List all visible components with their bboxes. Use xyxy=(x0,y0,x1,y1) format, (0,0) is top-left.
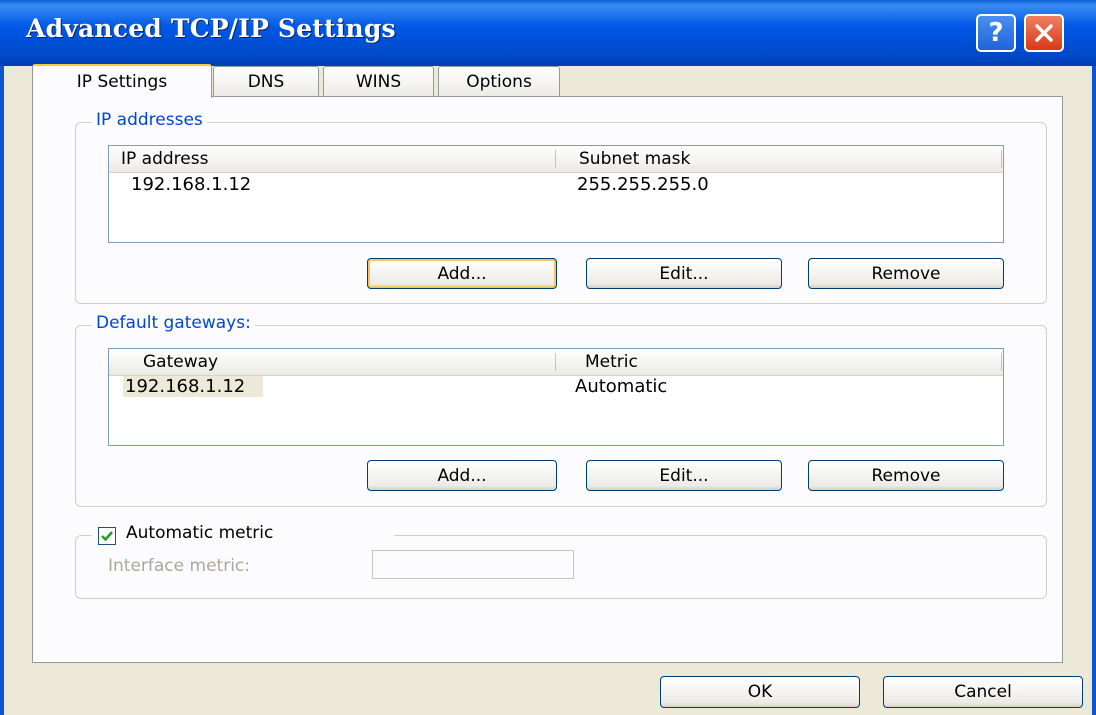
checkmark-icon xyxy=(101,531,113,542)
cancel-button[interactable]: Cancel xyxy=(883,676,1083,708)
default-gateways-group: Default gateways: Gateway Metric 192.168… xyxy=(75,313,1047,507)
interface-metric-input[interactable] xyxy=(372,550,574,579)
title-bar[interactable]: Advanced TCP/IP Settings ? xyxy=(0,0,1096,66)
tab-options[interactable]: Options xyxy=(438,66,560,96)
window-frame-right xyxy=(1092,66,1096,715)
ip-address-cell[interactable]: 192.168.1.12 xyxy=(131,174,251,195)
tab-dns[interactable]: DNS xyxy=(213,66,319,96)
interface-metric-label: Interface metric: xyxy=(108,556,250,576)
ip-remove-button[interactable]: Remove xyxy=(808,258,1004,289)
gateway-list[interactable]: Gateway Metric 192.168.1.12 Automatic xyxy=(108,348,1004,446)
close-icon xyxy=(1035,24,1053,42)
window-frame-left xyxy=(0,66,4,715)
default-gateways-label: Default gateways: xyxy=(92,313,255,333)
metric-cell[interactable]: Automatic xyxy=(575,376,667,397)
subnet-mask-cell[interactable]: 255.255.255.0 xyxy=(577,174,709,195)
tab-wins[interactable]: WINS xyxy=(323,66,434,96)
column-separator[interactable] xyxy=(1001,353,1002,371)
column-header-metric[interactable]: Metric xyxy=(585,352,638,372)
ip-addresses-group: IP addresses IP address Subnet mask 192.… xyxy=(75,110,1047,304)
automatic-metric-checkbox[interactable] xyxy=(98,527,116,545)
tab-label: IP Settings xyxy=(76,72,168,92)
button-label: Remove xyxy=(871,465,941,486)
column-separator[interactable] xyxy=(555,353,556,371)
automatic-metric-label[interactable]: Automatic metric xyxy=(126,523,273,543)
button-label: Add... xyxy=(437,263,487,284)
button-label: OK xyxy=(747,682,773,702)
gateway-remove-button[interactable]: Remove xyxy=(808,460,1004,491)
gateway-edit-button[interactable]: Edit... xyxy=(586,460,782,491)
ip-addresses-label: IP addresses xyxy=(92,110,207,130)
tab-ip-settings[interactable]: IP Settings xyxy=(32,64,212,98)
column-separator[interactable] xyxy=(555,150,556,168)
column-separator[interactable] xyxy=(1001,150,1002,168)
tab-label: WINS xyxy=(355,71,402,92)
close-button[interactable] xyxy=(1024,14,1064,52)
window-title: Advanced TCP/IP Settings xyxy=(26,14,396,43)
button-label: Edit... xyxy=(659,465,709,486)
ip-edit-button[interactable]: Edit... xyxy=(586,258,782,289)
ok-button[interactable]: OK xyxy=(660,676,860,708)
help-icon: ? xyxy=(988,18,1004,48)
tab-label: DNS xyxy=(247,71,285,92)
automatic-metric-group: Automatic metric Interface metric: xyxy=(75,522,1047,599)
button-label: Add... xyxy=(437,465,487,486)
tab-panel-ip-settings: IP addresses IP address Subnet mask 192.… xyxy=(32,96,1063,663)
button-label: Remove xyxy=(871,263,941,284)
ip-address-list[interactable]: IP address Subnet mask 192.168.1.12 255.… xyxy=(108,145,1004,243)
list-header: Gateway Metric xyxy=(109,349,1003,376)
column-header-ip-address[interactable]: IP address xyxy=(121,149,208,169)
help-button[interactable]: ? xyxy=(976,14,1016,52)
list-header: IP address Subnet mask xyxy=(109,146,1003,173)
column-header-gateway[interactable]: Gateway xyxy=(143,352,218,372)
ip-add-button[interactable]: Add... xyxy=(367,258,557,289)
gateway-cell[interactable]: 192.168.1.12 xyxy=(123,376,264,397)
column-header-subnet-mask[interactable]: Subnet mask xyxy=(579,149,690,169)
button-label: Cancel xyxy=(954,682,1012,702)
button-label: Edit... xyxy=(659,263,709,284)
gateway-add-button[interactable]: Add... xyxy=(367,460,557,491)
tab-label: Options xyxy=(466,71,532,92)
